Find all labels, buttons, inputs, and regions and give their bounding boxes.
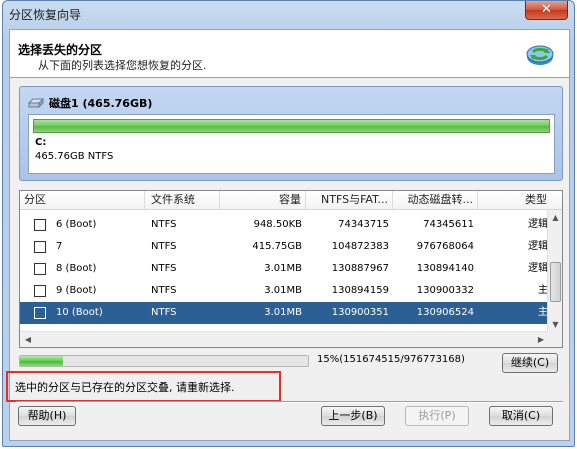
disk-label: 磁盘1 (465.76GB)	[28, 95, 152, 111]
table-row[interactable]: 7 NTFS 415.75GB 104872383 976768064 逻辑	[20, 236, 548, 258]
partition-recovery-icon	[526, 45, 554, 65]
cell-size: 3.01MB	[264, 307, 302, 318]
cell-start: 130894159	[331, 285, 389, 296]
cell-size: 948.50KB	[253, 219, 302, 230]
cell-end: 74345611	[423, 219, 474, 230]
row-checkbox[interactable]	[34, 263, 46, 275]
hard-disk-icon	[28, 98, 44, 108]
cell-type: 逻辑	[528, 241, 548, 252]
cell-fs: NTFS	[151, 263, 177, 274]
row-checkbox[interactable]	[34, 241, 46, 253]
cell-type: 主	[538, 307, 548, 318]
progress-fill	[20, 356, 64, 366]
help-button[interactable]: 帮助(H)	[18, 406, 76, 426]
dialog-window: 分区恢复向导 ✕ 选择丢失的分区 从下面的列表选择您想恢复的分区. 磁盘1 (4…	[2, 0, 575, 447]
disk-name: 磁盘1 (465.76GB)	[49, 97, 153, 110]
column-header-filesystem[interactable]: 文件系统	[145, 191, 220, 210]
horizontal-scrollbar[interactable]: ◀ ▶	[20, 331, 549, 347]
window-title: 分区恢复向导	[9, 8, 82, 22]
cell-fs: NTFS	[151, 219, 177, 230]
vertical-scroll-thumb[interactable]	[550, 262, 561, 302]
column-header-type[interactable]: 类型	[478, 191, 549, 210]
scrollbar-corner	[547, 331, 562, 347]
footer-divider	[16, 401, 563, 403]
scan-progress-bar	[19, 355, 309, 367]
progress-text: 15%(151674515/976773168)	[317, 354, 465, 365]
cell-start: 74343715	[338, 219, 389, 230]
cancel-button[interactable]: 取消(C)	[489, 406, 553, 426]
cell-fs: NTFS	[151, 285, 177, 296]
table-row[interactable]: 6 (Boot) NTFS 948.50KB 74343715 74345611 逻辑	[20, 214, 548, 236]
cell-start: 130900351	[331, 307, 389, 318]
column-header-dynamic-disk[interactable]: 动态磁盘转...	[393, 191, 478, 210]
cell-end: 976768064	[416, 241, 474, 252]
table-row[interactable]: 10 (Boot) NTFS 3.01MB 130900351 130906524 主	[20, 302, 548, 324]
column-header-partition[interactable]: 分区	[20, 191, 145, 210]
cell-end: 130894140	[416, 263, 474, 274]
cell-partition: 7	[56, 241, 63, 252]
cell-size: 415.75GB	[252, 241, 302, 252]
dialog-client-area: 选择丢失的分区 从下面的列表选择您想恢复的分区. 磁盘1 (465.76GB)	[6, 29, 570, 441]
cell-partition: 10 (Boot)	[56, 307, 103, 318]
cell-end: 130900332	[416, 285, 474, 296]
partition-info: 465.76GB NTFS	[35, 151, 114, 162]
status-message: 选中的分区与已存在的分区交叠, 请重新选择.	[15, 381, 235, 394]
scroll-left-icon[interactable]: ◀	[20, 332, 36, 348]
close-icon: ✕	[541, 2, 552, 17]
cell-start: 104872383	[331, 241, 389, 252]
cell-end: 130906524	[416, 307, 474, 318]
close-button[interactable]: ✕	[525, 1, 568, 20]
row-checkbox[interactable]	[34, 219, 46, 231]
cell-fs: NTFS	[151, 307, 177, 318]
cell-type: 逻辑	[528, 263, 548, 274]
cell-size: 3.01MB	[264, 263, 302, 274]
cell-start: 130887967	[331, 263, 389, 274]
partition-letter: C:	[35, 137, 47, 148]
cell-fs: NTFS	[151, 241, 177, 252]
disk-panel: 磁盘1 (465.76GB) C: 465.76GB NTFS	[19, 86, 563, 181]
table-row[interactable]: 8 (Boot) NTFS 3.01MB 130887967 130894140 逻辑	[20, 258, 548, 280]
row-checkbox[interactable]	[34, 285, 46, 297]
title-bar[interactable]: 分区恢复向导 ✕	[3, 1, 574, 25]
cell-type: 逻辑	[528, 219, 548, 230]
scroll-up-icon[interactable]: ▲	[548, 210, 563, 225]
row-checkbox[interactable]	[34, 307, 46, 319]
header-subtitle: 从下面的列表选择您想恢复的分区.	[38, 59, 207, 72]
header-title: 选择丢失的分区	[18, 43, 103, 57]
cell-partition: 9 (Boot)	[56, 285, 97, 296]
scroll-down-icon[interactable]: ▼	[548, 317, 563, 332]
partition-usage-bar	[33, 119, 550, 133]
column-header-ntfs-fat[interactable]: NTFS与FAT...	[306, 191, 393, 210]
disk-map[interactable]: C: 465.76GB NTFS	[28, 114, 555, 174]
partition-table: 分区 文件系统 容量 NTFS与FAT... 动态磁盘转... 类型 6 (Bo…	[19, 190, 563, 348]
back-button[interactable]: 上一步(B)	[321, 406, 385, 426]
column-header-capacity[interactable]: 容量	[220, 191, 306, 210]
wizard-header: 选择丢失的分区 从下面的列表选择您想恢复的分区.	[10, 30, 569, 78]
table-header: 分区 文件系统 容量 NTFS与FAT... 动态磁盘转... 类型	[20, 191, 562, 210]
cell-type: 主	[538, 285, 548, 296]
cell-size: 3.01MB	[264, 285, 302, 296]
cell-partition: 6 (Boot)	[56, 219, 97, 230]
continue-button[interactable]: 继续(C)	[502, 353, 558, 373]
vertical-scrollbar[interactable]: ▲ ▼	[547, 210, 562, 332]
table-row[interactable]: 9 (Boot) NTFS 3.01MB 130894159 130900332 主	[20, 280, 548, 302]
execute-button[interactable]: 执行(P)	[405, 406, 469, 426]
cell-partition: 8 (Boot)	[56, 263, 97, 274]
